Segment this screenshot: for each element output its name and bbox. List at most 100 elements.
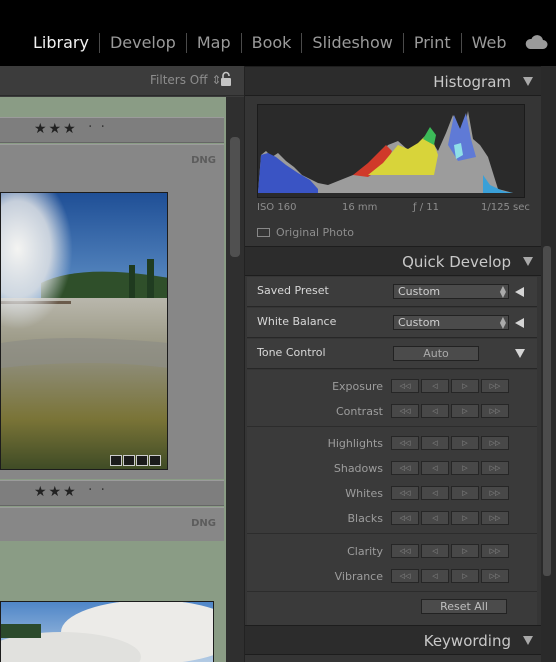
clarity-decrease-button[interactable]: ◁ [421, 544, 449, 558]
grid-scroll-thumb[interactable] [230, 137, 240, 257]
module-map[interactable]: Map [185, 33, 241, 53]
lock-icon[interactable] [220, 71, 232, 91]
shadows-increase-large-button[interactable]: ▷▷ [481, 461, 509, 475]
exposure-decrease-large-button[interactable]: ◁◁ [391, 379, 419, 393]
highlights-increase-button[interactable]: ▷ [451, 436, 479, 450]
thumbnail-badges [110, 455, 161, 466]
exposure-decrease-button[interactable]: ◁ [421, 379, 449, 393]
focal-length-readout: 16 mm [342, 202, 378, 213]
blacks-decrease-button[interactable]: ◁ [421, 511, 449, 525]
blacks-increase-large-button[interactable]: ▷▷ [481, 511, 509, 525]
highlights-row: Highlights ◁◁ ◁ ▷ ▷▷ [247, 431, 537, 456]
right-panel-scrollbar[interactable] [541, 66, 556, 662]
module-web[interactable]: Web [460, 33, 517, 53]
grid-view: Filters Off ⇕ ★★★ ·· DNG ★★★ ·· DNG [0, 66, 244, 662]
vibrance-decrease-large-button[interactable]: ◁◁ [391, 569, 419, 583]
exposure-increase-button[interactable]: ▷ [451, 379, 479, 393]
auto-tone-button[interactable]: Auto [393, 346, 479, 361]
contrast-increase-button[interactable]: ▷ [451, 404, 479, 418]
keywording-title: Keywording [423, 632, 511, 650]
contrast-row: Contrast ◁◁ ◁ ▷ ▷▷ [247, 399, 537, 424]
iso-readout: ISO 160 [257, 202, 297, 213]
exposure-increase-large-button[interactable]: ▷▷ [481, 379, 509, 393]
comment-icon[interactable] [123, 455, 135, 466]
original-photo-label: Original Photo [276, 226, 354, 239]
blacks-label: Blacks [347, 512, 384, 525]
whites-increase-button[interactable]: ▷ [451, 486, 479, 500]
blacks-decrease-large-button[interactable]: ◁◁ [391, 511, 419, 525]
original-photo-checkbox[interactable] [257, 228, 270, 237]
select-arrows-icon: ▲ ▼ [499, 284, 506, 299]
filter-bar: Filters Off ⇕ [0, 66, 244, 96]
right-panel-scroll-thumb[interactable] [543, 246, 551, 576]
develop-adjusted-icon[interactable] [149, 455, 161, 466]
whites-label: Whites [345, 487, 383, 500]
white-balance-label: White Balance [257, 315, 337, 328]
quick-develop-title: Quick Develop [402, 253, 511, 271]
cloud-icon[interactable] [524, 34, 548, 54]
contrast-decrease-button[interactable]: ◁ [421, 404, 449, 418]
contrast-decrease-large-button[interactable]: ◁◁ [391, 404, 419, 418]
saved-preset-value: Custom [398, 285, 441, 298]
white-balance-select[interactable]: Custom ▲ ▼ [393, 315, 509, 330]
photo-thumbnail[interactable] [0, 192, 168, 470]
contrast-increase-large-button[interactable]: ▷▷ [481, 404, 509, 418]
exposure-row: Exposure ◁◁ ◁ ▷ ▷▷ [247, 374, 537, 399]
histogram-header[interactable]: Histogram [245, 66, 541, 96]
original-photo-toggle[interactable]: Original Photo [257, 226, 354, 239]
keywording-header[interactable]: Keywording [245, 625, 541, 655]
star-rating[interactable]: ★★★ [34, 121, 78, 137]
grid-scrollbar[interactable] [226, 97, 244, 662]
shadows-decrease-large-button[interactable]: ◁◁ [391, 461, 419, 475]
module-book[interactable]: Book [240, 33, 302, 53]
expand-triangle-icon[interactable] [515, 318, 524, 328]
shutter-readout: 1/125 sec [481, 202, 530, 213]
photo-thumbnail[interactable] [0, 601, 214, 662]
histogram-title: Histogram [433, 73, 511, 91]
highlights-increase-large-button[interactable]: ▷▷ [481, 436, 509, 450]
rating-dots[interactable]: ·· [88, 119, 113, 135]
grid-cells: ★★★ ·· DNG ★★★ ·· DNG [0, 97, 226, 662]
blacks-increase-button[interactable]: ▷ [451, 511, 479, 525]
filters-dropdown[interactable]: Filters Off ⇕ [150, 73, 221, 87]
whites-decrease-button[interactable]: ◁ [421, 486, 449, 500]
whites-decrease-large-button[interactable]: ◁◁ [391, 486, 419, 500]
shadows-decrease-button[interactable]: ◁ [421, 461, 449, 475]
collapse-triangle-icon[interactable] [515, 349, 525, 358]
tone-control-row: Tone Control Auto [247, 339, 537, 369]
clarity-increase-large-button[interactable]: ▷▷ [481, 544, 509, 558]
quick-develop-header[interactable]: Quick Develop [245, 246, 541, 276]
clarity-increase-button[interactable]: ▷ [451, 544, 479, 558]
collapse-triangle-icon[interactable] [523, 636, 533, 645]
file-type-badge: DNG [191, 518, 216, 529]
saved-preset-select[interactable]: Custom ▲ ▼ [393, 284, 509, 299]
rating-dots[interactable]: ·· [88, 482, 113, 498]
shadows-increase-button[interactable]: ▷ [451, 461, 479, 475]
module-library[interactable]: Library [33, 33, 99, 53]
tone-group-presence: Clarity ◁◁ ◁ ▷ ▷▷ Vibrance ◁◁ ◁ ▷ ▷▷ [247, 535, 537, 592]
collapse-triangle-icon[interactable] [523, 257, 533, 266]
collapse-triangle-icon[interactable] [523, 77, 533, 86]
expand-triangle-icon[interactable] [515, 287, 524, 297]
clarity-decrease-large-button[interactable]: ◁◁ [391, 544, 419, 558]
whites-increase-large-button[interactable]: ▷▷ [481, 486, 509, 500]
module-slideshow[interactable]: Slideshow [301, 33, 402, 53]
saved-preset-label: Saved Preset [257, 284, 329, 297]
highlights-decrease-large-button[interactable]: ◁◁ [391, 436, 419, 450]
crop-icon[interactable] [136, 455, 148, 466]
vibrance-increase-button[interactable]: ▷ [451, 569, 479, 583]
right-panel: Histogram ISO 160 16 mm ƒ / 11 1/125 sec… [244, 66, 556, 662]
grid-cell[interactable]: DNG [0, 507, 224, 541]
blacks-row: Blacks ◁◁ ◁ ▷ ▷▷ [247, 506, 537, 531]
highlights-decrease-button[interactable]: ◁ [421, 436, 449, 450]
vibrance-label: Vibrance [334, 570, 383, 583]
vibrance-increase-large-button[interactable]: ▷▷ [481, 569, 509, 583]
tag-icon[interactable] [110, 455, 122, 466]
vibrance-decrease-button[interactable]: ◁ [421, 569, 449, 583]
module-print[interactable]: Print [402, 33, 461, 53]
reset-all-button[interactable]: Reset All [421, 599, 507, 614]
module-develop[interactable]: Develop [98, 33, 186, 53]
histogram-graph[interactable] [257, 104, 525, 198]
star-rating[interactable]: ★★★ [34, 484, 78, 500]
white-balance-value: Custom [398, 316, 441, 329]
